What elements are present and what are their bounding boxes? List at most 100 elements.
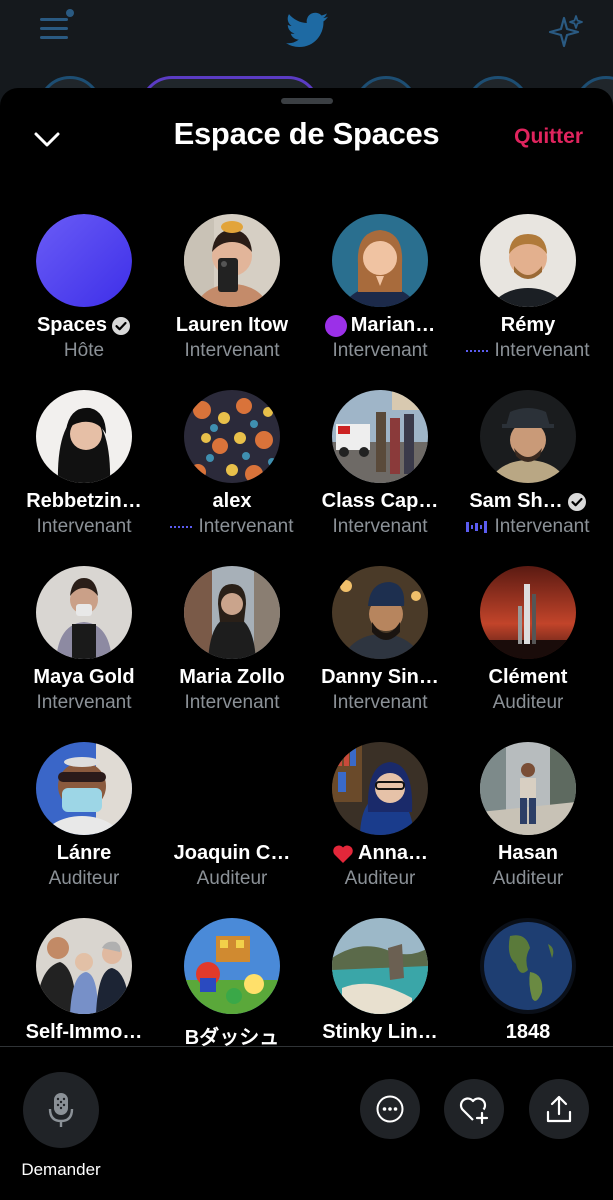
participant[interactable]: Maya Gold Intervenant xyxy=(10,566,158,714)
avatar xyxy=(480,566,576,659)
more-options-button[interactable] xyxy=(360,1079,420,1139)
participant-role: Intervenant xyxy=(36,516,132,537)
participant[interactable]: alex Intervenant xyxy=(158,390,306,538)
participant-name: Rebbetzin… xyxy=(26,490,142,512)
twitter-bird-icon xyxy=(286,12,328,47)
participant-name: Marian… xyxy=(324,314,435,337)
avatar xyxy=(36,742,132,835)
avatar xyxy=(36,214,132,307)
menu-icon xyxy=(40,18,68,42)
avatar xyxy=(36,390,132,483)
avatar xyxy=(332,390,428,483)
participant-name: Danny Sin… xyxy=(321,666,439,688)
participant[interactable]: Class Cap… Intervenant xyxy=(306,390,454,538)
participant[interactable]: Anna… Auditeur xyxy=(306,742,454,890)
participant[interactable]: Marian… Intervenant xyxy=(306,214,454,362)
participant-role: Intervenant xyxy=(332,340,428,361)
participant[interactable]: Lánre Auditeur xyxy=(10,742,158,890)
speaking-wave-icon xyxy=(466,521,488,533)
sparkle-icon xyxy=(548,15,583,48)
participant-role: Auditeur xyxy=(492,868,564,889)
participant-role: Hôte xyxy=(63,340,105,361)
participant[interactable]: Hasan Auditeur xyxy=(454,742,602,890)
verified-badge-icon xyxy=(567,492,586,511)
share-icon xyxy=(546,1095,572,1123)
participant[interactable]: Rémy Intervenant xyxy=(454,214,602,362)
participant[interactable]: Sam Sh… Intervenant xyxy=(454,390,602,538)
participant-role: Auditeur xyxy=(48,868,120,889)
participant-name: Maya Gold xyxy=(33,666,135,688)
participant-name: Spaces xyxy=(37,314,131,337)
avatar xyxy=(36,918,132,1014)
avatar xyxy=(332,566,428,659)
avatar xyxy=(184,918,280,1014)
notification-dot xyxy=(66,9,74,17)
bottom-action-bar: Demander xyxy=(0,1047,613,1200)
participant-name: Joaquin C… xyxy=(173,842,291,864)
participant-name: Stinky Lin… xyxy=(322,1021,438,1043)
participant-name: Hasan xyxy=(497,842,559,864)
avatar xyxy=(184,214,280,307)
participant-name: Class Cap… xyxy=(321,490,439,512)
request-mic-button[interactable] xyxy=(23,1072,99,1148)
quit-button[interactable]: Quitter xyxy=(514,125,583,149)
participant-role: Intervenant xyxy=(466,340,590,362)
participant[interactable]: Danny Sin… Intervenant xyxy=(306,566,454,714)
participant[interactable]: Stinky Lin… xyxy=(306,918,454,1066)
more-horizontal-icon xyxy=(376,1095,404,1123)
avatar xyxy=(36,566,132,659)
participant-role: Intervenant xyxy=(170,516,294,538)
participant-role: Auditeur xyxy=(492,692,564,713)
verified-badge-icon xyxy=(112,316,131,335)
sheet-grabber[interactable] xyxy=(281,98,333,104)
avatar xyxy=(184,390,280,483)
participant-name: Lánre xyxy=(56,842,112,864)
purple-circle-emoji xyxy=(324,314,347,337)
react-button[interactable] xyxy=(444,1079,504,1139)
participant[interactable]: Rebbetzin… Intervenant xyxy=(10,390,158,538)
participant-role: Intervenant xyxy=(184,692,280,713)
space-sheet: Espace de Spaces Quitter Spaces Hôte Lau… xyxy=(0,88,613,1200)
request-label: Demander xyxy=(21,1160,101,1179)
avatar xyxy=(332,214,428,307)
participant[interactable]: Bダッシュ xyxy=(158,918,306,1066)
avatar xyxy=(480,918,576,1014)
participant-role: Auditeur xyxy=(344,868,416,889)
participants-grid: Spaces Hôte Lauren Itow Intervenant Mari… xyxy=(10,214,603,1066)
participant-role: Auditeur xyxy=(196,868,268,889)
participant[interactable]: Lauren Itow Intervenant xyxy=(158,214,306,362)
avatar xyxy=(184,566,280,659)
avatar xyxy=(480,742,576,835)
participant-name: alex xyxy=(212,490,252,512)
participant-name: Clément xyxy=(488,666,568,688)
participant-name: Sam Sh… xyxy=(469,490,586,513)
participant[interactable]: Maria Zollo Intervenant xyxy=(158,566,306,714)
participant-role: Intervenant xyxy=(466,516,590,538)
participant-role: Intervenant xyxy=(184,340,280,361)
participant-name: Maria Zollo xyxy=(179,666,285,688)
dotted-line-icon xyxy=(170,526,193,528)
avatar xyxy=(332,742,428,835)
avatar xyxy=(184,742,280,835)
share-button[interactable] xyxy=(529,1079,589,1139)
participant-role: Intervenant xyxy=(332,692,428,713)
dotted-line-icon xyxy=(466,350,489,352)
red-heart-emoji xyxy=(333,844,353,863)
avatar xyxy=(480,214,576,307)
participant[interactable]: 1848 xyxy=(454,918,602,1066)
avatar xyxy=(332,918,428,1014)
avatar xyxy=(480,390,576,483)
participant-name: Anna… xyxy=(332,842,428,865)
participant[interactable]: Clément Auditeur xyxy=(454,566,602,714)
microphone-icon xyxy=(48,1093,74,1127)
heart-plus-icon xyxy=(459,1097,489,1124)
participant-name: Rémy xyxy=(500,314,556,336)
participant[interactable]: Joaquin C… Auditeur xyxy=(158,742,306,890)
participant-role: Intervenant xyxy=(332,516,428,537)
participant[interactable]: Self-Immo… xyxy=(10,918,158,1066)
participant-name: Lauren Itow xyxy=(175,314,289,336)
participant-name: 1848 xyxy=(505,1021,551,1043)
participant[interactable]: Spaces Hôte xyxy=(10,214,158,362)
participant-name: Self-Immo… xyxy=(25,1021,143,1043)
participant-role: Intervenant xyxy=(36,692,132,713)
